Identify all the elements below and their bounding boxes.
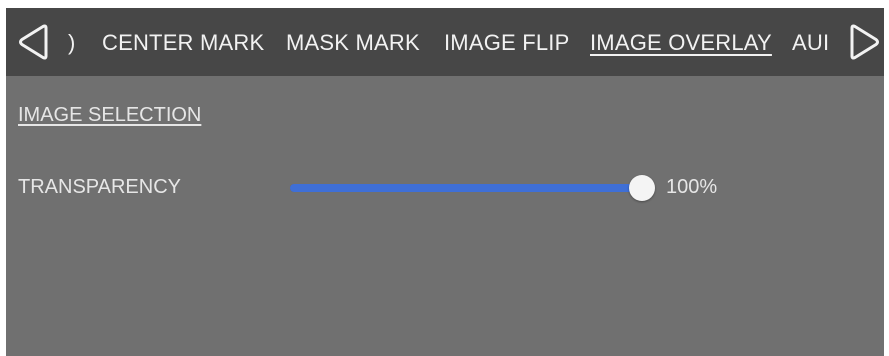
next-tab-button[interactable] [846, 24, 882, 60]
tab-bar: ) CENTER MARK MASK MARK IMAGE FLIP IMAGE… [6, 8, 884, 76]
transparency-value: 100% [666, 176, 718, 198]
image-selection-link[interactable]: IMAGE SELECTION [18, 103, 201, 127]
tab-center-mark[interactable]: CENTER MARK [102, 30, 264, 56]
overlay-settings-panel: ) CENTER MARK MASK MARK IMAGE FLIP IMAGE… [6, 8, 884, 356]
slider-fill [290, 184, 642, 192]
tab-partial-previous[interactable]: ) [68, 30, 76, 56]
tab-partial-next[interactable]: AUΙ [792, 30, 829, 56]
prev-tab-button[interactable] [16, 24, 52, 60]
transparency-label: TRANSPARENCY [18, 176, 181, 198]
slider-thumb[interactable] [629, 175, 655, 201]
transparency-slider[interactable] [290, 174, 655, 202]
tab-image-flip[interactable]: IMAGE FLIP [444, 30, 569, 56]
right-arrow-icon [850, 24, 879, 60]
left-arrow-icon [19, 24, 48, 60]
tab-mask-mark[interactable]: MASK MARK [286, 30, 420, 56]
tab-image-overlay[interactable]: IMAGE OVERLAY [590, 30, 772, 56]
